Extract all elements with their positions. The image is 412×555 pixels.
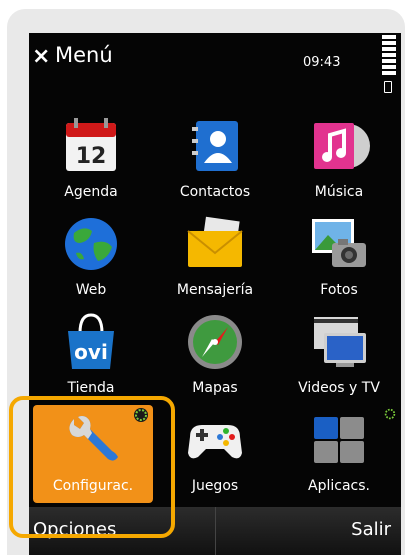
app-tienda[interactable]: ovi Tienda bbox=[29, 307, 153, 405]
app-label: Tienda bbox=[67, 380, 115, 396]
calendar-day: 12 bbox=[76, 144, 107, 169]
ovi-brand-text: ovi bbox=[74, 340, 108, 364]
app-agenda[interactable]: 12 Agenda bbox=[29, 111, 153, 209]
app-label: Agenda bbox=[64, 184, 118, 200]
app-aplicaciones[interactable]: Aplicacs. bbox=[277, 405, 401, 503]
app-label: Videos y TV bbox=[298, 380, 380, 396]
softkey-bar: Opciones Salir bbox=[29, 507, 401, 555]
battery-icon bbox=[384, 81, 392, 93]
softkey-divider bbox=[215, 507, 216, 555]
app-label: Contactos bbox=[179, 184, 251, 200]
app-mensajeria[interactable]: Mensajería bbox=[153, 209, 277, 307]
status-bar: × Menú 09:43 bbox=[29, 33, 401, 97]
app-label: Aplicacs. bbox=[308, 478, 370, 494]
envelope-icon bbox=[187, 216, 243, 267]
page-title: Menú bbox=[55, 43, 113, 67]
contacts-icon bbox=[192, 121, 238, 171]
options-softkey[interactable]: Opciones bbox=[33, 519, 116, 540]
gamepad-icon bbox=[188, 425, 242, 459]
app-configuracion[interactable]: Configurac. bbox=[33, 405, 153, 503]
app-label: Mensajería bbox=[176, 282, 254, 298]
app-label: Mapas bbox=[192, 380, 238, 396]
photos-icon bbox=[312, 219, 366, 267]
phone-screen: × Menú 09:43 12 Agenda Contactos Música … bbox=[29, 33, 401, 555]
signal-strength-icon bbox=[382, 35, 396, 79]
globe-icon bbox=[65, 218, 117, 270]
app-juegos[interactable]: Juegos bbox=[153, 405, 277, 503]
video-icon bbox=[314, 317, 366, 367]
app-label: Fotos bbox=[320, 282, 358, 298]
app-musica[interactable]: Música bbox=[277, 111, 401, 209]
app-contactos[interactable]: Contactos bbox=[153, 111, 277, 209]
app-mapas[interactable]: Mapas bbox=[153, 307, 277, 405]
close-icon[interactable]: × bbox=[32, 46, 52, 68]
app-label: Web bbox=[75, 282, 107, 298]
app-web[interactable]: Web bbox=[29, 209, 153, 307]
clock: 09:43 bbox=[303, 55, 341, 70]
app-fotos[interactable]: Fotos bbox=[277, 209, 401, 307]
app-label: Configurac. bbox=[52, 478, 134, 494]
app-label: Música bbox=[314, 184, 364, 200]
app-label: Juegos bbox=[191, 478, 239, 494]
calendar-icon: 12 bbox=[66, 118, 116, 171]
app-videos[interactable]: Videos y TV bbox=[277, 307, 401, 405]
badge-icon bbox=[384, 408, 396, 420]
compass-icon bbox=[188, 315, 242, 369]
apps-icon bbox=[314, 417, 364, 463]
music-icon bbox=[314, 123, 370, 169]
ovi-store-icon: ovi bbox=[68, 313, 114, 369]
exit-softkey[interactable]: Salir bbox=[351, 519, 391, 540]
wrench-icon bbox=[69, 416, 118, 461]
badge-icon bbox=[134, 408, 148, 422]
